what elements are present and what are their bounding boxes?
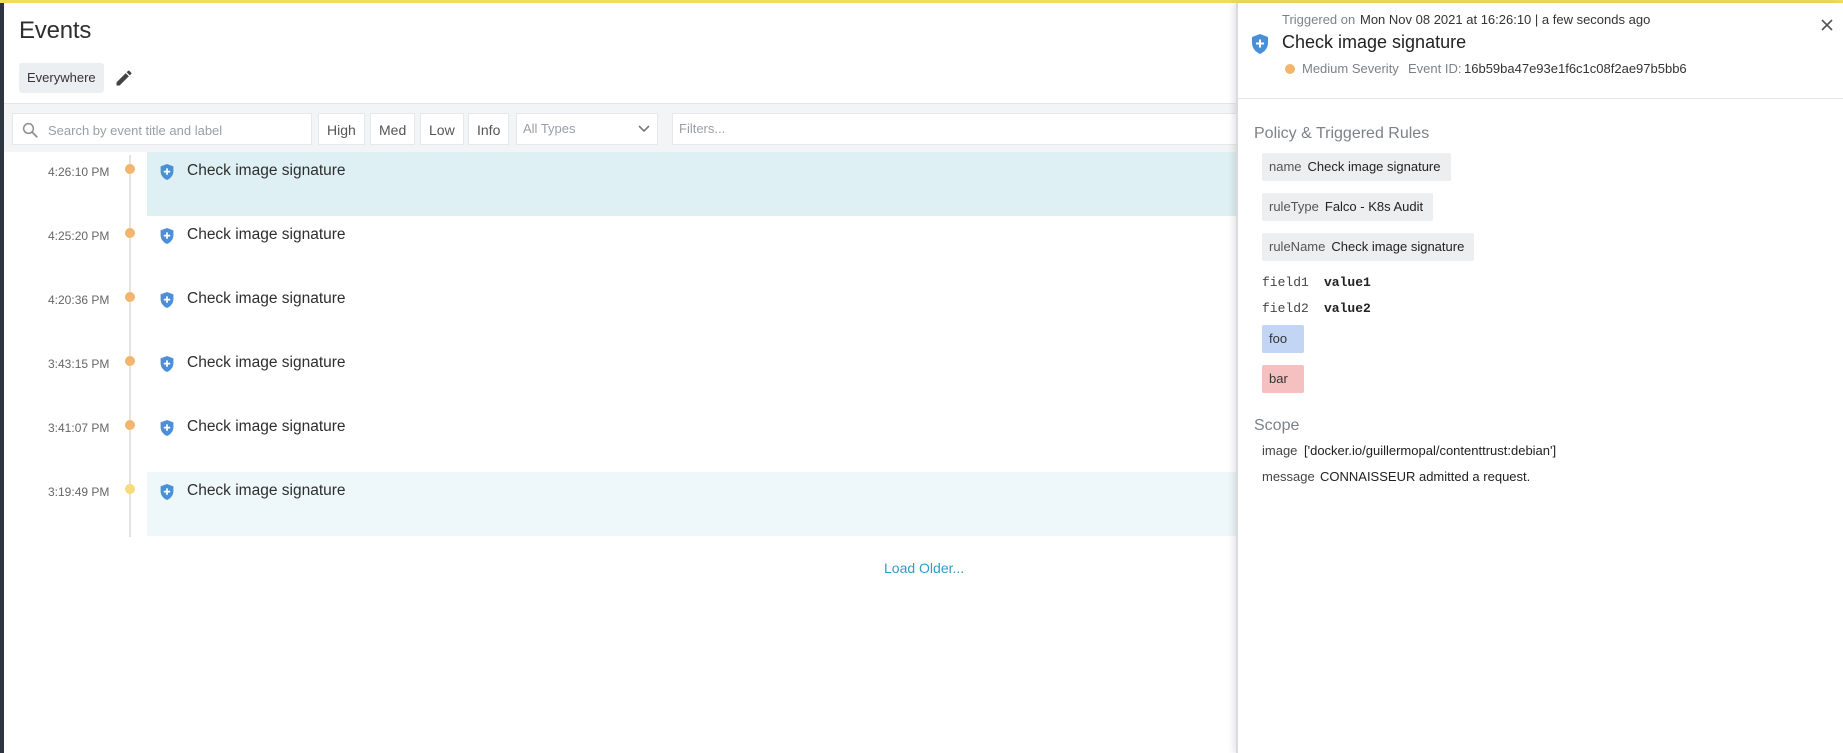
filter-bar: High Med Low Info All Types Filters... <box>4 103 1236 152</box>
edit-scope-button[interactable] <box>114 68 136 90</box>
event-title: Check image signature <box>187 290 346 307</box>
event-row: 3:43:15 PM Check image signature <box>4 344 1236 408</box>
severity-low-button[interactable]: Low <box>420 113 464 145</box>
event-id-label: Event ID: <box>1408 61 1462 76</box>
event-time: 3:43:15 PM <box>48 357 110 371</box>
event-title: Check image signature <box>187 418 346 435</box>
pencil-icon <box>116 70 132 86</box>
policy-key: name <box>1269 159 1302 174</box>
severity-dot <box>1285 64 1295 74</box>
scope-chip[interactable]: Everywhere <box>19 63 104 93</box>
severity-dot <box>125 484 135 494</box>
scope-value: ['docker.io/guillermopal/contenttrust:de… <box>1304 443 1557 458</box>
scope-value: CONNAISSEUR admitted a request. <box>1320 469 1531 484</box>
field-key: field2 <box>1262 301 1309 316</box>
policy-value: Check image signature <box>1331 239 1465 254</box>
shield-icon <box>1250 33 1270 60</box>
close-button[interactable] <box>1819 17 1835 38</box>
severity-dot <box>125 356 135 366</box>
scope-key: message <box>1262 469 1315 484</box>
triggered-label: Triggered on <box>1282 12 1356 27</box>
event-detail-panel: Triggered on Mon Nov 08 2021 at 16:26:10… <box>1236 3 1843 753</box>
event-card[interactable]: Check image signature <box>147 216 1236 280</box>
type-select-value: All Types <box>523 121 576 136</box>
filters-input[interactable]: Filters... <box>672 113 1236 145</box>
shield-icon <box>159 419 175 442</box>
shield-icon <box>159 291 175 314</box>
scope-key: image <box>1262 443 1298 458</box>
event-card[interactable]: Check image signature <box>147 152 1236 216</box>
event-card[interactable]: Check image signature <box>147 344 1236 408</box>
policy-value: Check image signature <box>1307 159 1441 174</box>
severity-info-button[interactable]: Info <box>468 113 510 145</box>
page-title: Events <box>19 17 92 44</box>
event-time: 4:20:36 PM <box>48 293 110 307</box>
event-time: 3:41:07 PM <box>48 421 110 435</box>
event-row: 4:20:36 PM Check image signature <box>4 280 1236 344</box>
event-time: 3:19:49 PM <box>48 485 110 499</box>
close-icon <box>1821 19 1833 31</box>
policy-key: ruleName <box>1269 239 1326 254</box>
search-box[interactable] <box>12 113 312 145</box>
shield-icon <box>159 483 175 506</box>
event-row: 3:41:07 PM Check image signature <box>4 408 1236 472</box>
event-row: 4:25:20 PM Check image signature <box>4 216 1236 280</box>
policy-name-chip: name Check image signature <box>1262 153 1451 181</box>
policy-key: ruleType <box>1269 199 1319 214</box>
shield-icon <box>159 355 175 378</box>
severity-dot <box>125 164 135 174</box>
event-row: 4:26:10 PM Check image signature <box>4 152 1236 216</box>
severity-med-button[interactable]: Med <box>370 113 416 145</box>
search-icon <box>22 122 38 138</box>
event-time: 4:25:20 PM <box>48 229 110 243</box>
severity-high-button[interactable]: High <box>318 113 365 145</box>
chevron-down-icon <box>638 125 650 133</box>
event-card[interactable]: Check image signature <box>147 472 1236 536</box>
severity-label: Medium Severity <box>1302 61 1399 76</box>
load-older-link[interactable]: Load Older... <box>884 560 964 576</box>
event-title: Check image signature <box>187 162 346 179</box>
event-title: Check image signature <box>187 354 346 371</box>
type-select[interactable]: All Types <box>516 113 658 145</box>
event-title: Check image signature <box>187 226 346 243</box>
event-title: Check image signature <box>187 482 346 499</box>
event-card[interactable]: Check image signature <box>147 280 1236 344</box>
detail-title: Check image signature <box>1282 32 1467 52</box>
field-key: field1 <box>1262 275 1309 290</box>
event-row: 3:19:49 PM Check image signature <box>4 472 1236 536</box>
triggered-value: Mon Nov 08 2021 at 16:26:10 | a few seco… <box>1360 12 1651 27</box>
policy-value: Falco - K8s Audit <box>1324 199 1424 214</box>
event-time: 4:26:10 PM <box>48 165 110 179</box>
shield-icon <box>159 227 175 250</box>
event-card[interactable]: Check image signature <box>147 408 1236 472</box>
shield-icon <box>159 163 175 186</box>
panel-divider <box>1238 98 1843 99</box>
scope-section-title: Scope <box>1254 417 1300 434</box>
field-value: value2 <box>1324 301 1371 316</box>
events-main: Events Everywhere High Med Low Info All … <box>4 3 1236 753</box>
event-id: 16b59ba47e93e1f6c1c08f2ae97b5bb6 <box>1464 61 1687 76</box>
policy-section-title: Policy & Triggered Rules <box>1254 125 1430 142</box>
field-value: value1 <box>1324 275 1371 290</box>
severity-dot <box>125 420 135 430</box>
policy-rulename-chip: ruleName Check image signature <box>1262 233 1475 261</box>
search-input[interactable] <box>46 119 300 141</box>
tag-bar: bar <box>1262 365 1304 393</box>
policy-ruletype-chip: ruleType Falco - K8s Audit <box>1262 193 1434 221</box>
tag-foo: foo <box>1262 325 1304 353</box>
severity-dot <box>125 228 135 238</box>
severity-dot <box>125 292 135 302</box>
